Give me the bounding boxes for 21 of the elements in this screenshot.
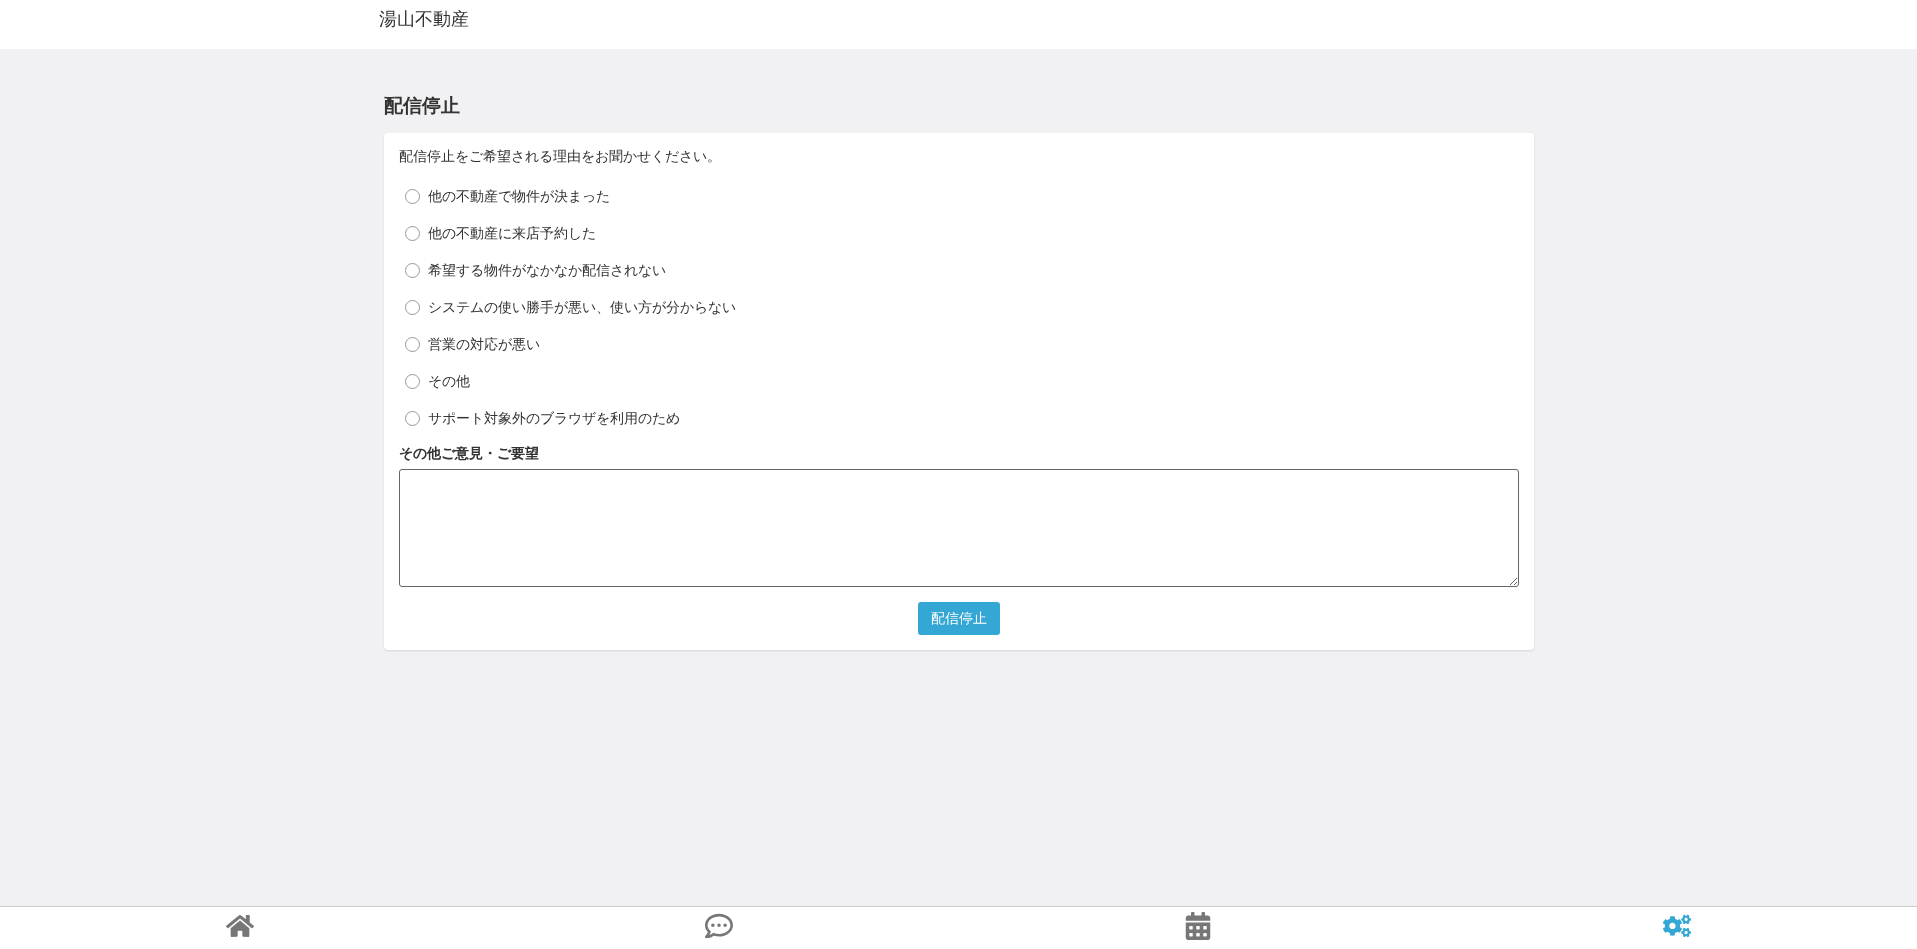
- radio-label: システムの使い勝手が悪い、使い方が分からない: [427, 298, 736, 317]
- radio-label: 他の不動産に来店予約した: [427, 224, 596, 243]
- site-title: 湯山不動産: [378, 7, 469, 31]
- radio-button[interactable]: [404, 300, 420, 315]
- radio-label: その他: [427, 372, 470, 391]
- radio-label: 営業の対応が悪い: [427, 335, 540, 354]
- comment-label: その他ご意見・ご要望: [398, 445, 539, 463]
- radio-button[interactable]: [404, 226, 420, 241]
- radio-button[interactable]: [404, 337, 420, 352]
- form-prompt: 配信停止をご希望される理由をお聞かせください。: [398, 148, 722, 166]
- calendar-icon[interactable]: [1184, 912, 1213, 942]
- radio-button[interactable]: [404, 189, 420, 204]
- submit-button[interactable]: 配信停止: [917, 602, 1000, 635]
- page-title: 配信停止: [383, 93, 460, 118]
- radio-button[interactable]: [404, 411, 420, 426]
- radio-label: 他の不動産で物件が決まった: [427, 187, 610, 206]
- radio-button[interactable]: [404, 263, 420, 278]
- comment-field[interactable]: [398, 469, 1519, 587]
- radio-label: 希望する物件がなかなか配信されない: [427, 261, 666, 280]
- radio-label: サポート対象外のブラウザを利用のため: [427, 409, 680, 428]
- radio-button[interactable]: [404, 374, 420, 389]
